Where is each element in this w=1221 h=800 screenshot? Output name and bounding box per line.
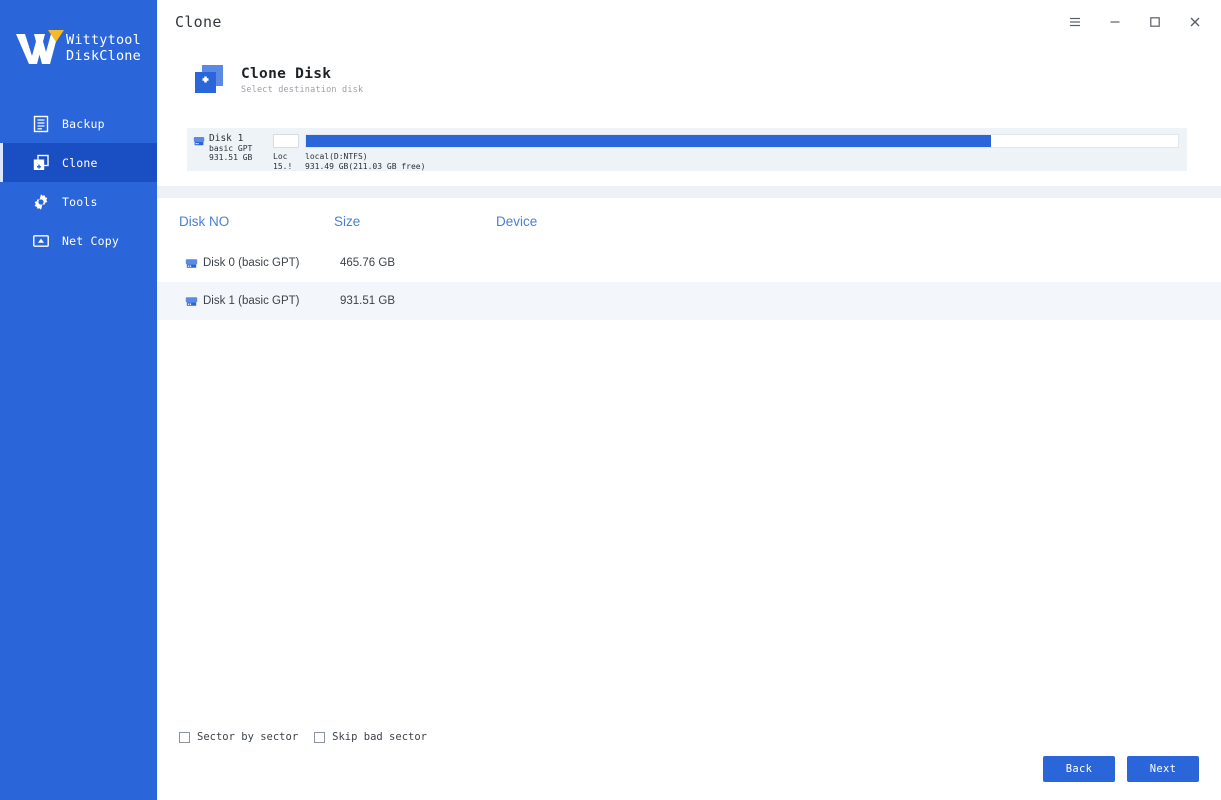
strip-disk-name: Disk 1 [209, 133, 244, 144]
minimize-icon[interactable] [1103, 10, 1127, 34]
column-header-device: Device [496, 213, 538, 229]
table-body: Disk 0 (basic GPT) 465.76 GB Disk 1 (bas… [157, 244, 1221, 320]
table-row[interactable]: Disk 1 (basic GPT) 931.51 GB [157, 282, 1221, 320]
panel-footer: Sector by sector Skip bad sector Back Ne… [157, 724, 1221, 800]
partition-bar [273, 134, 299, 148]
strip-disk-summary: Disk 1 basic GPT 931.51 GB [193, 134, 265, 163]
column-header-disk-no: Disk NO [179, 213, 230, 229]
window-title: Clone [175, 13, 222, 31]
sidebar-item-label: Net Copy [62, 233, 119, 248]
clone-disk-panel: Clone Disk Select destination disk Disk … [157, 44, 1221, 186]
brand-line-1: Wittytool [66, 32, 141, 48]
sidebar-nav: Backup Clone Tools Net Copy [0, 104, 157, 260]
partition-label: local(D:NTFS) 931.49 GB(211.03 GB free) [305, 152, 1179, 171]
panel-header-text: Clone Disk Select destination disk [241, 66, 363, 95]
option-label: Sector by sector [197, 731, 299, 743]
partition-label: Loc 15.! [273, 152, 299, 171]
partition-used-fill [306, 135, 991, 147]
destination-disk-strip[interactable]: Disk 1 basic GPT 931.51 GB Loc 15.! loca… [187, 128, 1187, 171]
strip-disk-type: basic GPT [209, 143, 253, 153]
cell-size: 931.51 GB [340, 295, 395, 307]
disk-no-text: Disk 1 (basic GPT) [203, 295, 300, 307]
next-button[interactable]: Next [1127, 756, 1199, 782]
partition-detail: 931.49 GB(211.03 GB free) [305, 161, 426, 171]
hamburger-menu-icon[interactable] [1063, 10, 1087, 34]
disk-icon [185, 257, 198, 270]
checkbox-sector-by-sector[interactable] [179, 731, 190, 743]
window-controls [1063, 10, 1207, 34]
sidebar-item-label: Clone [62, 155, 98, 170]
app-window: Wittytool DiskClone Backup Clone Tools N… [0, 0, 1221, 800]
wittytool-logo-icon [12, 26, 64, 70]
strip-disk-text: Disk 1 basic GPT 931.51 GB [209, 134, 252, 163]
net-copy-icon [32, 232, 50, 250]
maximize-icon[interactable] [1143, 10, 1167, 34]
disk-list-panel: Disk NO Size Device Disk 0 (basic GPT) 4… [157, 198, 1221, 800]
partition-block[interactable]: local(D:NTFS) 931.49 GB(211.03 GB free) [305, 134, 1179, 171]
option-skip-bad-sector[interactable]: Skip bad sector [314, 731, 427, 743]
close-icon[interactable] [1183, 10, 1207, 34]
brand-text: Wittytool DiskClone [66, 32, 141, 64]
cell-size: 465.76 GB [340, 257, 395, 269]
disk-no-text: Disk 0 (basic GPT) [203, 257, 300, 269]
partition-name: local(D:NTFS) [305, 152, 368, 161]
table-row[interactable]: Disk 0 (basic GPT) 465.76 GB [157, 244, 1221, 282]
option-label: Skip bad sector [332, 731, 427, 743]
sidebar-item-backup[interactable]: Backup [0, 104, 157, 143]
title-bar: Clone [157, 0, 1221, 44]
brand-line-2: DiskClone [66, 48, 141, 64]
strip-disk-size: 931.51 GB [209, 153, 253, 162]
cell-disk-no: Disk 1 (basic GPT) [179, 295, 340, 308]
panel-header: Clone Disk Select destination disk [173, 44, 1205, 98]
partition-name: Loc [273, 152, 288, 161]
footer-buttons: Back Next [157, 756, 1221, 782]
column-header-size: Size [334, 213, 361, 229]
main-area: Clone Clone Disk Select destination disk… [157, 0, 1221, 800]
checkbox-skip-bad-sector[interactable] [314, 731, 326, 743]
sidebar-item-label: Tools [62, 194, 98, 209]
partition-detail: 15.! [273, 161, 293, 171]
sidebar: Wittytool DiskClone Backup Clone Tools N… [0, 0, 157, 800]
partition-block[interactable]: Loc 15.! [273, 134, 299, 171]
disk-icon [185, 295, 198, 308]
partition-bar [305, 134, 1179, 148]
option-sector-by-sector[interactable]: Sector by sector [179, 731, 298, 743]
gear-icon [32, 193, 50, 211]
disk-icon [193, 135, 205, 147]
sidebar-item-net-copy[interactable]: Net Copy [0, 221, 157, 260]
clone-copy-icon [32, 154, 50, 172]
cell-disk-no: Disk 0 (basic GPT) [179, 257, 340, 270]
backup-document-icon [32, 115, 50, 133]
back-button[interactable]: Back [1043, 756, 1115, 782]
page-title: Clone Disk [241, 65, 332, 82]
sidebar-item-tools[interactable]: Tools [0, 182, 157, 221]
clone-disk-icon [191, 62, 227, 98]
table-header: Disk NO Size Device [157, 198, 1221, 244]
sidebar-item-label: Backup [62, 116, 105, 131]
sidebar-item-clone[interactable]: Clone [0, 143, 157, 182]
app-logo: Wittytool DiskClone [0, 0, 157, 96]
page-subtitle: Select destination disk [241, 84, 364, 95]
clone-options: Sector by sector Skip bad sector [157, 724, 1221, 750]
